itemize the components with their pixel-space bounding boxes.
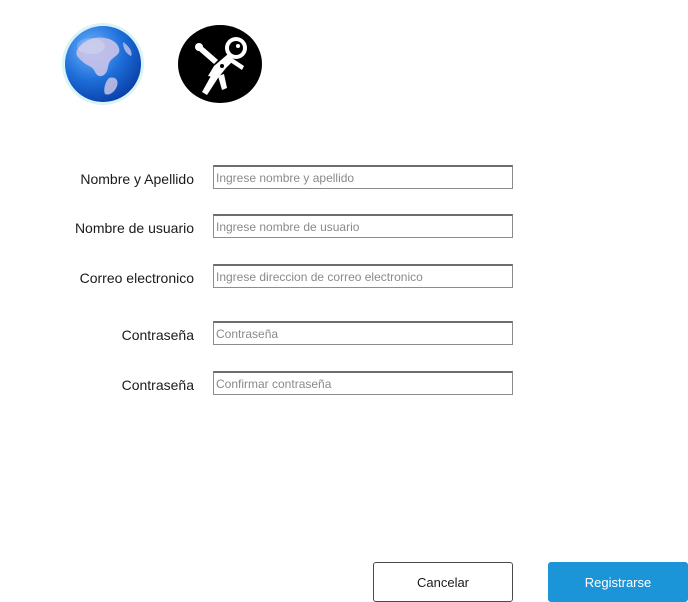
username-input[interactable]: [213, 214, 513, 238]
email-input[interactable]: [213, 264, 513, 288]
username-label: Nombre de usuario: [74, 220, 194, 236]
cancel-button[interactable]: Cancelar: [373, 562, 513, 602]
confirm-password-input[interactable]: [213, 371, 513, 395]
fullname-input[interactable]: [213, 165, 513, 189]
register-button[interactable]: Registrarse: [548, 562, 688, 602]
astronaut-icon: [178, 24, 262, 104]
fullname-label: Nombre y Apellido: [80, 171, 194, 187]
confirm-password-label: Contraseña: [121, 377, 194, 393]
password-label: Contraseña: [121, 327, 194, 343]
globe-icon: [61, 22, 145, 106]
password-input[interactable]: [213, 321, 513, 345]
email-label: Correo electronico: [79, 270, 194, 286]
